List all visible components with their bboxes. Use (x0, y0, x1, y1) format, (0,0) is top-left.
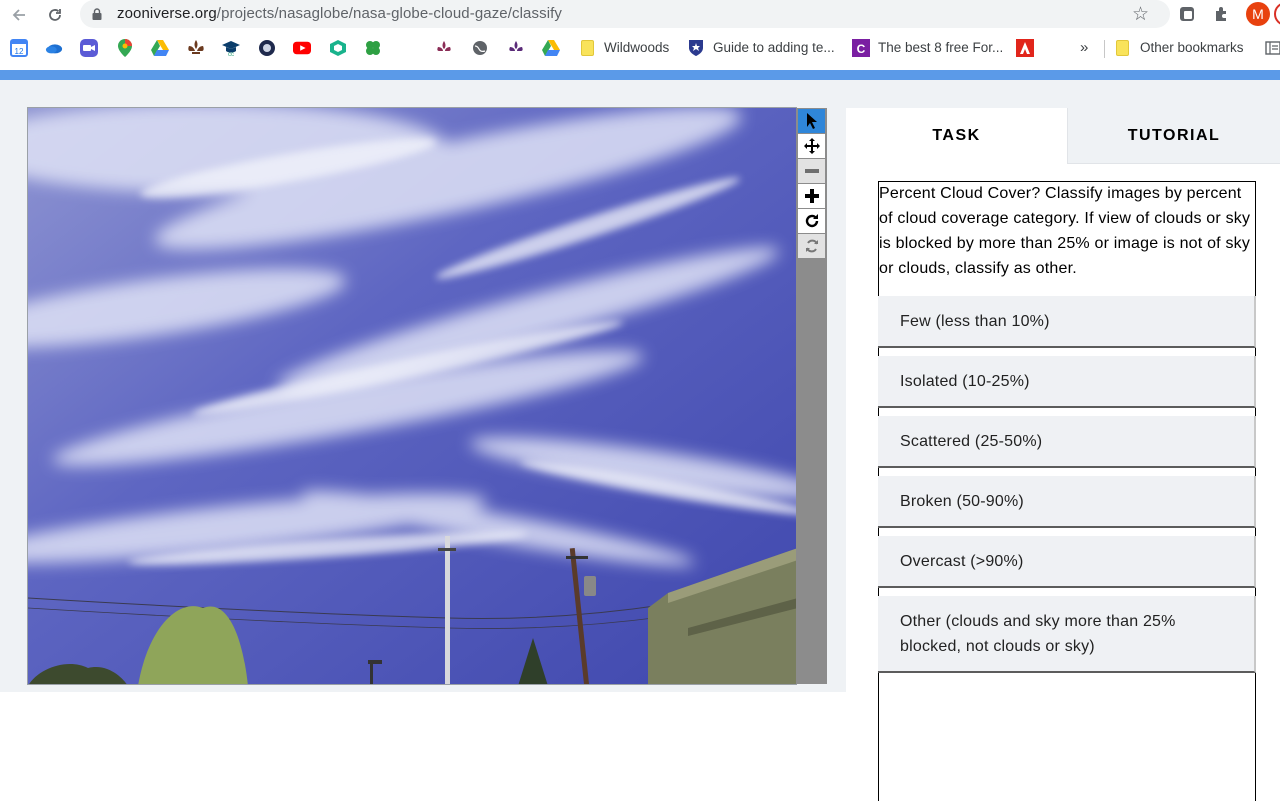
svg-text:12: 12 (15, 47, 24, 56)
maps-pin-icon[interactable] (116, 39, 134, 57)
answer-broken[interactable]: Broken (50-90%) (878, 476, 1256, 528)
bookmarks-bar: 12 cc Wildwoods Guide to adding te... C … (0, 36, 1280, 62)
cursor-icon (806, 113, 817, 129)
extensions-puzzle-icon[interactable] (1211, 3, 1233, 25)
svg-text:cc: cc (228, 52, 234, 56)
bookmark-best-free[interactable]: The best 8 free For... (878, 40, 1003, 55)
bookmark-guide[interactable]: Guide to adding te... (713, 40, 835, 55)
folder-icon (578, 39, 596, 57)
scouts-emblem-2-icon[interactable] (507, 39, 525, 57)
bookmark-wildwoods[interactable]: Wildwoods (604, 40, 669, 55)
lock-icon (92, 8, 102, 20)
reset-tool[interactable] (798, 234, 825, 258)
tab-tutorial[interactable]: TUTORIAL (1067, 108, 1280, 164)
scouts-emblem-icon[interactable] (435, 39, 453, 57)
pan-tool[interactable] (798, 134, 825, 158)
tab-task[interactable]: TASK (846, 108, 1067, 164)
viewer-toolbar (796, 108, 827, 684)
secondary-profile-icon[interactable] (1274, 2, 1280, 26)
four-h-clover-icon[interactable] (364, 39, 382, 57)
badge-emblem-icon[interactable] (258, 39, 276, 57)
sky-photo (28, 108, 796, 684)
answer-isolated[interactable]: Isolated (10-25%) (878, 356, 1256, 408)
profile-avatar[interactable]: M (1246, 2, 1270, 26)
pointer-tool[interactable] (798, 109, 825, 133)
adobe-icon[interactable] (1016, 39, 1034, 57)
url-text: zooniverse.org/projects/nasaglobe/nasa-g… (117, 5, 562, 22)
address-bar[interactable]: zooniverse.org/projects/nasaglobe/nasa-g… (80, 0, 1170, 28)
reload-icon[interactable] (42, 2, 68, 28)
other-bookmarks[interactable]: Other bookmarks (1140, 40, 1244, 55)
refresh-icon (805, 239, 818, 253)
plus-icon (804, 189, 819, 203)
answer-other[interactable]: Other (clouds and sky more than 25% bloc… (878, 596, 1256, 673)
bookmarks-overflow-chevron[interactable]: » (1080, 39, 1088, 56)
fleur-de-lis-icon[interactable] (187, 39, 205, 57)
zoom-in-tool[interactable] (798, 184, 825, 208)
crest-icon (687, 39, 705, 57)
other-bookmarks-folder-icon (1113, 39, 1131, 57)
rotate-icon (805, 214, 818, 228)
move-icon (803, 138, 820, 154)
graduation-cap-icon[interactable]: cc (222, 39, 240, 57)
google-drive-2-icon[interactable] (542, 39, 560, 57)
c-logo-icon: C (852, 39, 870, 57)
onedrive-cloud-icon[interactable] (45, 39, 63, 57)
answer-few[interactable]: Few (less than 10%) (878, 296, 1256, 348)
google-drive-icon[interactable] (151, 39, 169, 57)
youtube-icon[interactable] (293, 39, 311, 57)
back-arrow-icon[interactable] (6, 2, 32, 28)
zoom-out-tool[interactable] (798, 159, 825, 183)
bookmark-star-icon[interactable]: ☆ (1132, 3, 1149, 26)
task-panel: TASK TUTORIAL Percent Cloud Cover? Class… (846, 108, 1280, 801)
globe-icon[interactable] (471, 39, 489, 57)
svg-text:C: C (857, 42, 866, 56)
bookmarks-divider (1104, 40, 1105, 58)
reading-list-icon[interactable] (1264, 39, 1280, 57)
site-header-stripe (0, 70, 1280, 80)
extension-icon[interactable] (1176, 3, 1198, 25)
rotate-tool[interactable] (798, 209, 825, 233)
minus-icon (804, 169, 819, 173)
calendar-icon[interactable]: 12 (10, 39, 28, 57)
zoom-video-icon[interactable] (80, 39, 98, 57)
answer-overcast[interactable]: Overcast (>90%) (878, 536, 1256, 588)
subject-image[interactable] (27, 107, 797, 685)
answer-scattered[interactable]: Scattered (25-50%) (878, 416, 1256, 468)
question-text: Percent Cloud Cover? Classify images by … (879, 185, 1251, 277)
browser-toolbar: zooniverse.org/projects/nasaglobe/nasa-g… (0, 0, 1280, 30)
cube-app-icon[interactable] (329, 39, 347, 57)
